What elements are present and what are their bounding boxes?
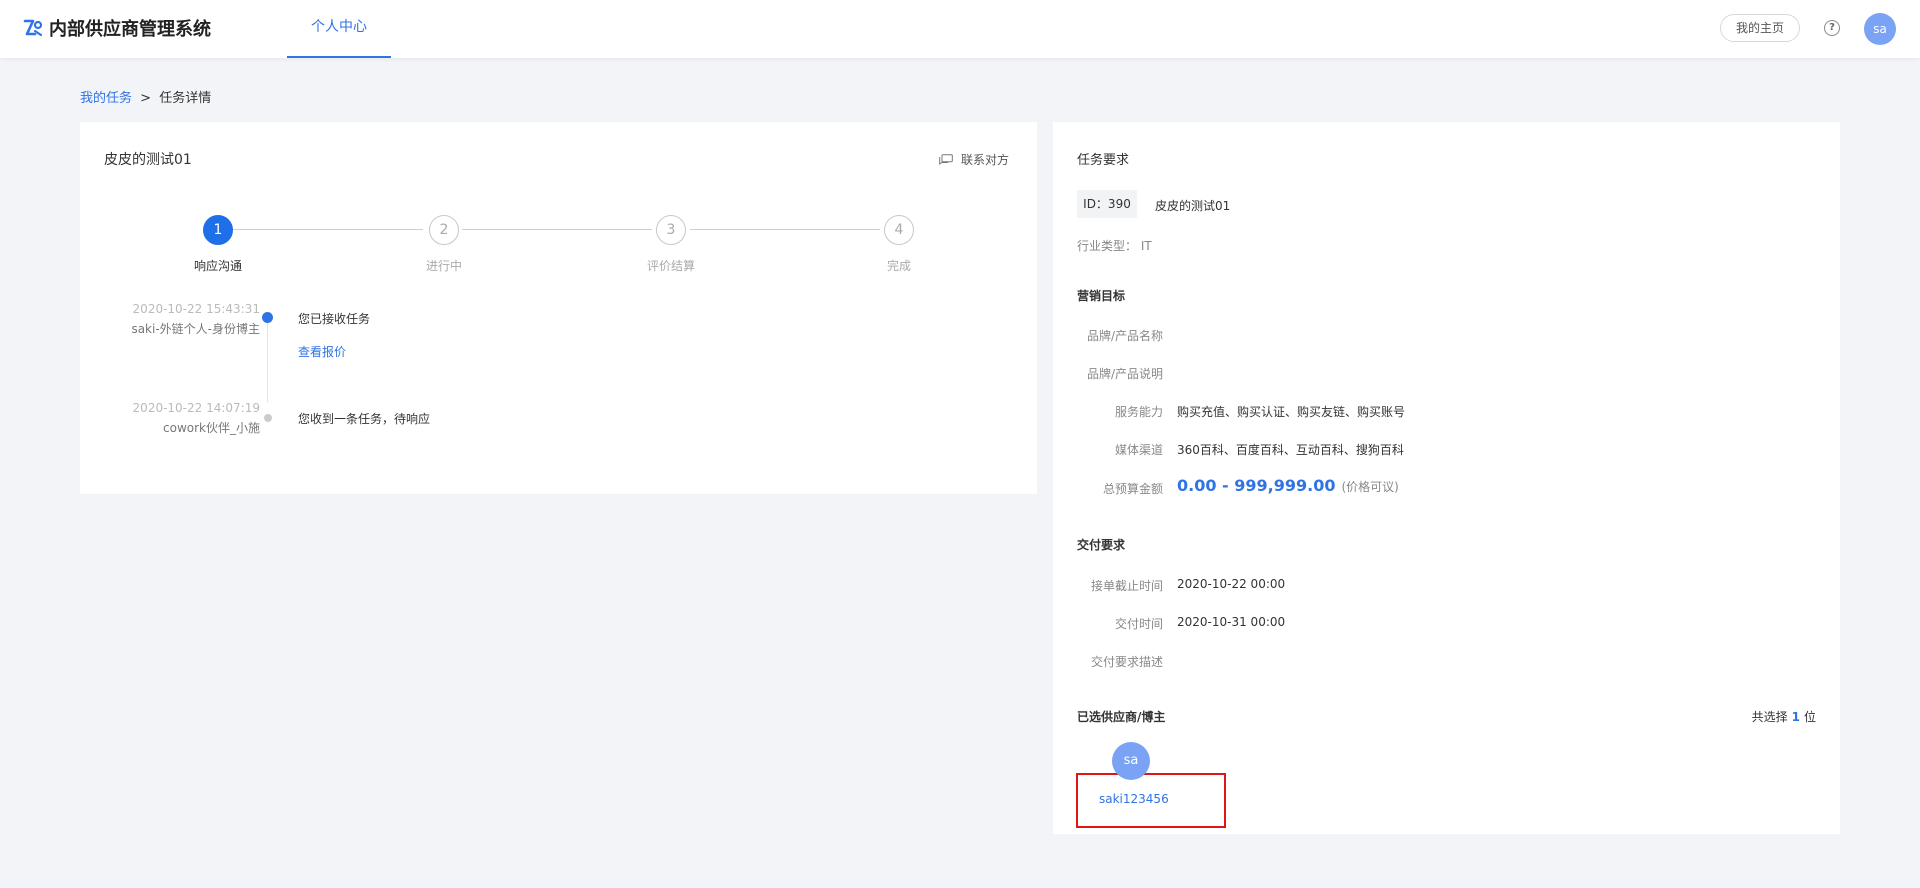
step-connector: [233, 229, 423, 230]
brand-name-label: 品牌/产品名称: [1086, 329, 1163, 343]
my-homepage-button[interactable]: 我的主页: [1720, 14, 1800, 42]
task-progress-card: 皮皮的测试01 联系对方 1 2 3 4 响应沟通 进行中 评价结算 完成 20…: [80, 122, 1037, 494]
step-3-label: 评价结算: [646, 259, 695, 273]
app-title: 内部供应商管理系统: [49, 19, 211, 40]
step-4-label: 完成: [886, 259, 911, 273]
step-1-label: 响应沟通: [193, 259, 242, 273]
timeline-event: 您收到一条任务，待响应: [298, 412, 431, 426]
task-id-badge: ID：390: [1077, 190, 1137, 218]
logo-icon: [23, 19, 43, 37]
question-circle-icon[interactable]: ?: [1824, 20, 1840, 36]
count-suffix: 位: [1803, 710, 1816, 724]
selected-suppliers-title: 已选供应商/博主: [1077, 710, 1166, 724]
service-ability-value: 购买充值、购买认证、购买友链、购买账号: [1177, 405, 1406, 419]
brand-desc-label: 品牌/产品说明: [1086, 367, 1163, 381]
count-number: 1: [1791, 710, 1800, 724]
delivery-title: 交付要求: [1077, 538, 1126, 552]
task-steps: 1 2 3 4 响应沟通 进行中 评价结算 完成: [80, 215, 1037, 275]
count-prefix: 共选择: [1751, 710, 1788, 724]
selected-count: 共选择 1 位: [1752, 708, 1816, 725]
user-avatar[interactable]: sa: [1864, 13, 1896, 45]
budget-amount: 0.00 - 999,999.00: [1177, 476, 1336, 495]
breadcrumb: 我的任务 > 任务详情: [80, 87, 211, 106]
top-bar: 内部供应商管理系统 个人中心 我的主页 ? sa: [0, 0, 1920, 58]
budget-value: 0.00 - 999,999.00 (价格可议): [1177, 476, 1399, 495]
delivery-time-label: 交付时间: [1114, 617, 1163, 631]
timeline-actor: cowork伙伴_小施: [163, 421, 260, 435]
breadcrumb-separator: >: [140, 91, 152, 106]
timeline-dot-active: [262, 312, 273, 323]
timeline-time: 2020-10-22 15:43:31: [132, 302, 260, 316]
timeline-time: 2020-10-22 14:07:19: [132, 401, 260, 415]
accept-deadline-value: 2020-10-22 00:00: [1177, 577, 1286, 591]
requirements-title: 任务要求: [1077, 153, 1130, 168]
chat-icon: [939, 154, 953, 165]
task-name: 皮皮的测试01: [1155, 199, 1231, 213]
contact-label: 联系对方: [960, 153, 1009, 167]
timeline-line: [267, 318, 268, 402]
step-2-label: 进行中: [425, 259, 462, 273]
accept-deadline-label: 接单截止时间: [1090, 579, 1163, 593]
step-1-circle: 1: [203, 215, 233, 245]
supplier-avatar[interactable]: sa: [1112, 742, 1150, 780]
breadcrumb-current: 任务详情: [159, 91, 212, 106]
marketing-goal-title: 营销目标: [1077, 289, 1126, 303]
view-quote-link[interactable]: 查看报价: [298, 343, 346, 360]
delivery-desc-label: 交付要求描述: [1090, 655, 1163, 669]
task-title: 皮皮的测试01: [104, 152, 192, 168]
timeline-event: 您已接收任务: [298, 312, 371, 326]
media-channel-value: 360百科、百度百科、互动百科、搜狗百科: [1177, 443, 1404, 457]
step-3-circle: 3: [656, 215, 686, 245]
budget-label: 总预算金额: [1102, 482, 1163, 496]
step-connector: [462, 229, 652, 230]
app-logo[interactable]: 内部供应商管理系统: [23, 15, 211, 41]
task-requirements-card: 任务要求 ID：390 皮皮的测试01 行业类型： IT 营销目标 品牌/产品名…: [1053, 122, 1840, 834]
step-4-circle: 4: [884, 215, 914, 245]
delivery-time-value: 2020-10-31 00:00: [1177, 615, 1286, 629]
media-channel-label: 媒体渠道: [1114, 443, 1163, 457]
step-connector: [690, 229, 880, 230]
service-ability-label: 服务能力: [1114, 405, 1163, 419]
tab-personal-center[interactable]: 个人中心: [287, 0, 391, 58]
timeline-dot: [264, 414, 272, 422]
industry-type: 行业类型： IT: [1077, 239, 1152, 253]
breadcrumb-my-tasks[interactable]: 我的任务: [80, 91, 132, 106]
timeline-actor: saki-外链个人-身份博主: [131, 322, 260, 336]
step-2-circle: 2: [429, 215, 459, 245]
contact-button[interactable]: 联系对方: [939, 151, 1009, 168]
supplier-name-link[interactable]: saki123456: [1099, 792, 1169, 806]
budget-note: (价格可议): [1341, 480, 1399, 494]
